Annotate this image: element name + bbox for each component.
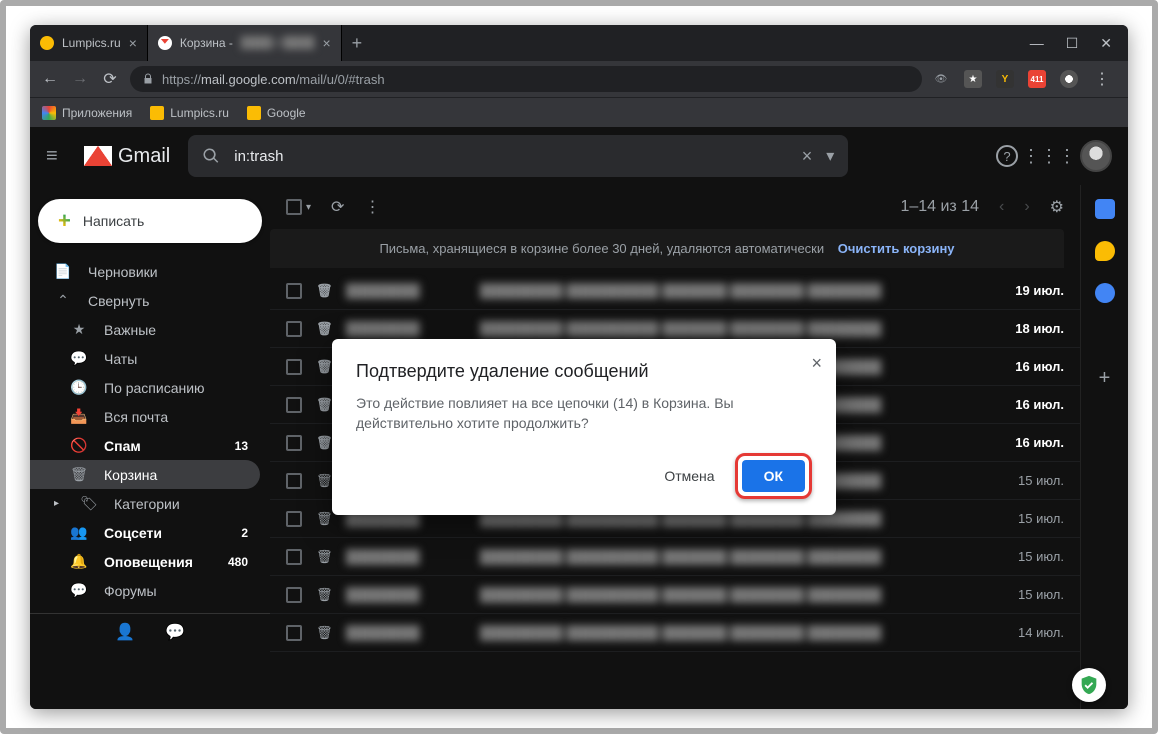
ok-highlight: ОК [735, 453, 812, 499]
dialog-close-icon[interactable]: × [811, 353, 822, 374]
cancel-button[interactable]: Отмена [650, 460, 728, 492]
browser-window: Lumpics.ru × Корзина - ████@████ × + — ☐… [30, 25, 1128, 709]
dialog-title: Подтвердите удаление сообщений [356, 361, 812, 382]
shield-check-icon [1078, 674, 1100, 696]
security-badge[interactable] [1072, 668, 1106, 702]
confirm-dialog: × Подтвердите удаление сообщений Это дей… [332, 339, 836, 515]
dialog-body: Это действие повлияет на все цепочки (14… [356, 394, 812, 433]
ok-button[interactable]: ОК [742, 460, 805, 492]
